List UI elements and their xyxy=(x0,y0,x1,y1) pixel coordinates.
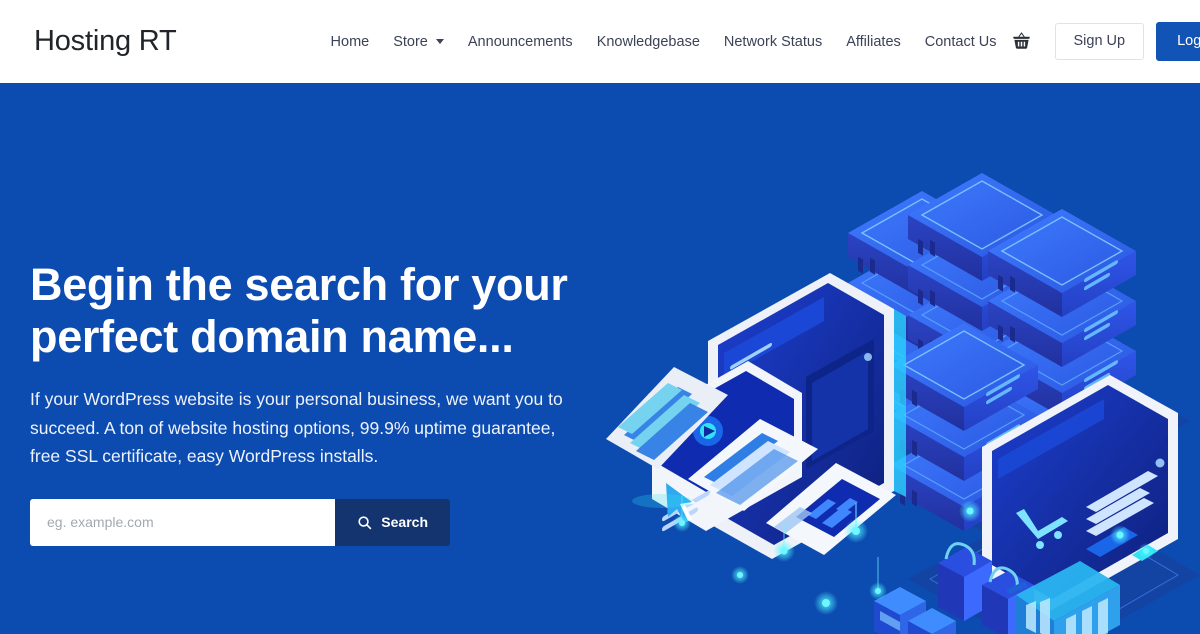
sign-up-button[interactable]: Sign Up xyxy=(1054,22,1145,61)
domain-search-button[interactable]: Search xyxy=(335,498,450,546)
nav-item-store[interactable]: Store xyxy=(381,26,456,58)
nav-label: Contact Us xyxy=(924,33,997,50)
hero-title-line2: perfect domain name... xyxy=(30,311,514,362)
nav-item-affiliates[interactable]: Affiliates xyxy=(834,26,913,58)
hero-title: Begin the search for your perfect domain… xyxy=(30,259,630,363)
nav-label: Announcements xyxy=(467,33,573,50)
nav-item-announcements[interactable]: Announcements xyxy=(456,26,585,58)
nav-item-network-status[interactable]: Network Status xyxy=(712,26,834,58)
hero-subtitle: If your WordPress website is your person… xyxy=(30,389,563,466)
main-navigation: Home Store Announcements Knowledgebase N… xyxy=(319,26,1009,58)
hero-content: Begin the search for your perfect domain… xyxy=(30,259,630,546)
nav-label: Affiliates xyxy=(846,33,901,50)
nav-item-knowledgebase[interactable]: Knowledgebase xyxy=(585,26,712,58)
search-icon xyxy=(358,515,372,529)
shopping-basket-icon[interactable] xyxy=(1009,29,1035,55)
nav-label: Network Status xyxy=(723,33,823,50)
search-button-label: Search xyxy=(381,514,428,530)
nav-label: Store xyxy=(393,33,428,50)
brand-logo[interactable]: Hosting RT xyxy=(34,25,177,58)
nav-item-home[interactable]: Home xyxy=(319,26,382,58)
hero-illustration xyxy=(590,83,1200,634)
nav-label: Knowledgebase xyxy=(596,33,700,50)
login-button[interactable]: Login xyxy=(1156,21,1200,62)
hero-section: Begin the search for your perfect domain… xyxy=(0,83,1200,634)
nav-item-contact-us[interactable]: Contact Us xyxy=(913,26,1009,58)
chevron-down-icon xyxy=(435,39,444,44)
site-header: Hosting RT Home Store Announcements Know… xyxy=(0,0,1200,83)
domain-search-form: Search xyxy=(30,498,450,546)
domain-search-input[interactable] xyxy=(30,498,336,546)
header-actions: Sign Up Login xyxy=(1009,21,1200,62)
hero-title-line1: Begin the search for your xyxy=(30,259,568,310)
nav-label: Home xyxy=(330,33,370,50)
